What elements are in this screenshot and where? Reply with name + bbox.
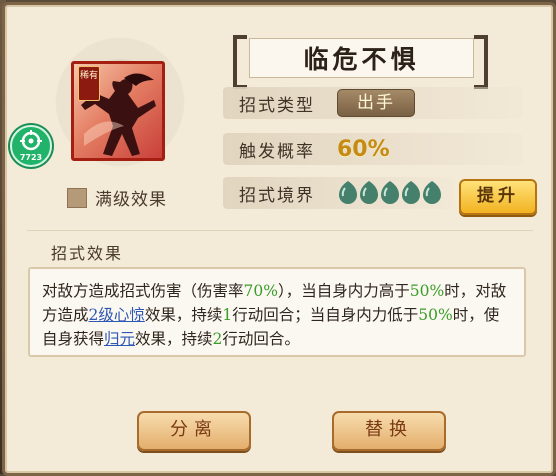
- skill-type-value: 出手: [337, 89, 415, 117]
- realm-drop-icon: [423, 181, 441, 204]
- skill-title-frame: 临危不惧: [233, 35, 488, 89]
- skill-detail-panel: 稀有 7723 满级效果 临危不惧 招式类型 出手 触发概率 60% 招式境界: [2, 2, 556, 476]
- skill-realm-label: 招式境界: [239, 185, 315, 206]
- status-link-xinjing[interactable]: 2级心惊: [89, 306, 145, 324]
- skill-type-label: 招式类型: [239, 95, 315, 116]
- max-level-toggle[interactable]: 满级效果: [67, 185, 167, 210]
- skill-realm-row: 招式境界: [223, 175, 453, 211]
- badge-number: 7723: [19, 153, 43, 162]
- trigger-prob-row: 触发概率 60%: [223, 131, 523, 167]
- split-button[interactable]: 分离: [137, 411, 251, 451]
- effect-text: ），当自身内力高于: [277, 282, 410, 300]
- title-bracket-right: [474, 35, 488, 89]
- swap-button[interactable]: 替换: [332, 411, 446, 451]
- internal-power-threshold-high: 50%: [409, 282, 445, 300]
- effect-text: 行动回合。: [222, 330, 300, 348]
- effect-text: 对敌方造成招式伤害（伤害率: [42, 282, 244, 300]
- status-link-guiyuan[interactable]: 归元: [104, 330, 135, 348]
- title-bracket-left: [233, 35, 247, 89]
- network-speed-badge[interactable]: 7723: [10, 125, 52, 167]
- internal-power-threshold-low: 50%: [418, 306, 453, 324]
- trigger-prob-value: 60%: [337, 136, 390, 162]
- realm-drop-icon: [360, 181, 378, 204]
- duration-value-2: 2: [212, 330, 223, 348]
- realm-drop-icon: [339, 181, 357, 204]
- effect-text: 行动回合；当自身内力低于: [232, 306, 419, 324]
- realm-drop-icon: [402, 181, 420, 204]
- crosshair-icon: [20, 130, 42, 151]
- upgrade-button[interactable]: 提升: [459, 179, 537, 215]
- realm-drop-icon: [381, 181, 399, 204]
- effect-header: 招式效果: [27, 230, 533, 267]
- duration-value-1: 1: [222, 306, 233, 324]
- effect-text: 效果，持续: [144, 306, 223, 324]
- effect-header-label: 招式效果: [51, 244, 124, 263]
- effect-text: 效果，持续: [135, 330, 213, 348]
- skill-name: 临危不惧: [303, 45, 420, 74]
- max-level-checkbox[interactable]: [67, 187, 87, 208]
- trigger-prob-label: 触发概率: [239, 141, 315, 162]
- skill-type-row: 招式类型 出手: [223, 85, 523, 121]
- damage-rate-value: 70%: [243, 282, 278, 300]
- skill-portrait: 稀有: [71, 61, 165, 161]
- title-box: 临危不惧: [249, 38, 474, 78]
- realm-level-indicator: [337, 179, 442, 207]
- max-level-label: 满级效果: [95, 190, 167, 210]
- rarity-badge: 稀有: [78, 66, 100, 101]
- effect-description: 对敌方造成招式伤害（伤害率70%），当自身内力高于50%时，对敌方造成2级心惊效…: [28, 267, 526, 357]
